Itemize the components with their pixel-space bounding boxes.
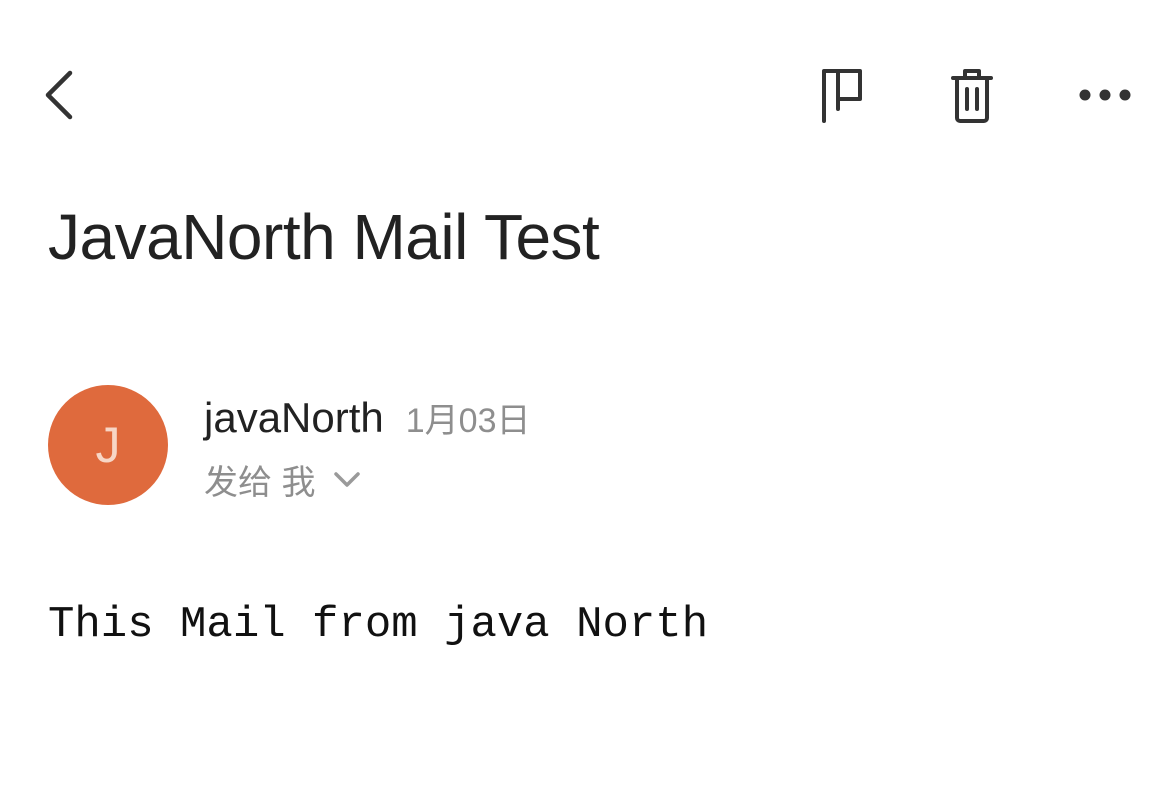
chevron-down-icon — [333, 471, 361, 489]
sender-line: javaNorth 1月03日 — [204, 393, 531, 442]
delete-button[interactable] — [937, 62, 1007, 128]
back-button[interactable] — [30, 60, 90, 130]
sent-date: 1月03日 — [405, 402, 531, 440]
trash-icon — [951, 69, 993, 123]
sender-avatar[interactable]: J — [48, 385, 168, 505]
toolbar — [0, 0, 1165, 190]
recipient-label: 发给 我 — [204, 464, 316, 502]
flag-icon — [822, 69, 862, 123]
recipient-details-toggle[interactable]: 发给 我 — [204, 455, 361, 504]
more-horizontal-icon — [1079, 89, 1131, 101]
more-options-button[interactable] — [1070, 70, 1140, 120]
chevron-left-icon — [45, 70, 73, 120]
sender-name[interactable]: javaNorth — [204, 394, 384, 441]
mail-subject: JavaNorth Mail Test — [48, 201, 600, 273]
flag-button[interactable] — [806, 62, 876, 128]
mail-body: This Mail from java North — [48, 600, 709, 650]
avatar-letter: J — [95, 417, 121, 473]
